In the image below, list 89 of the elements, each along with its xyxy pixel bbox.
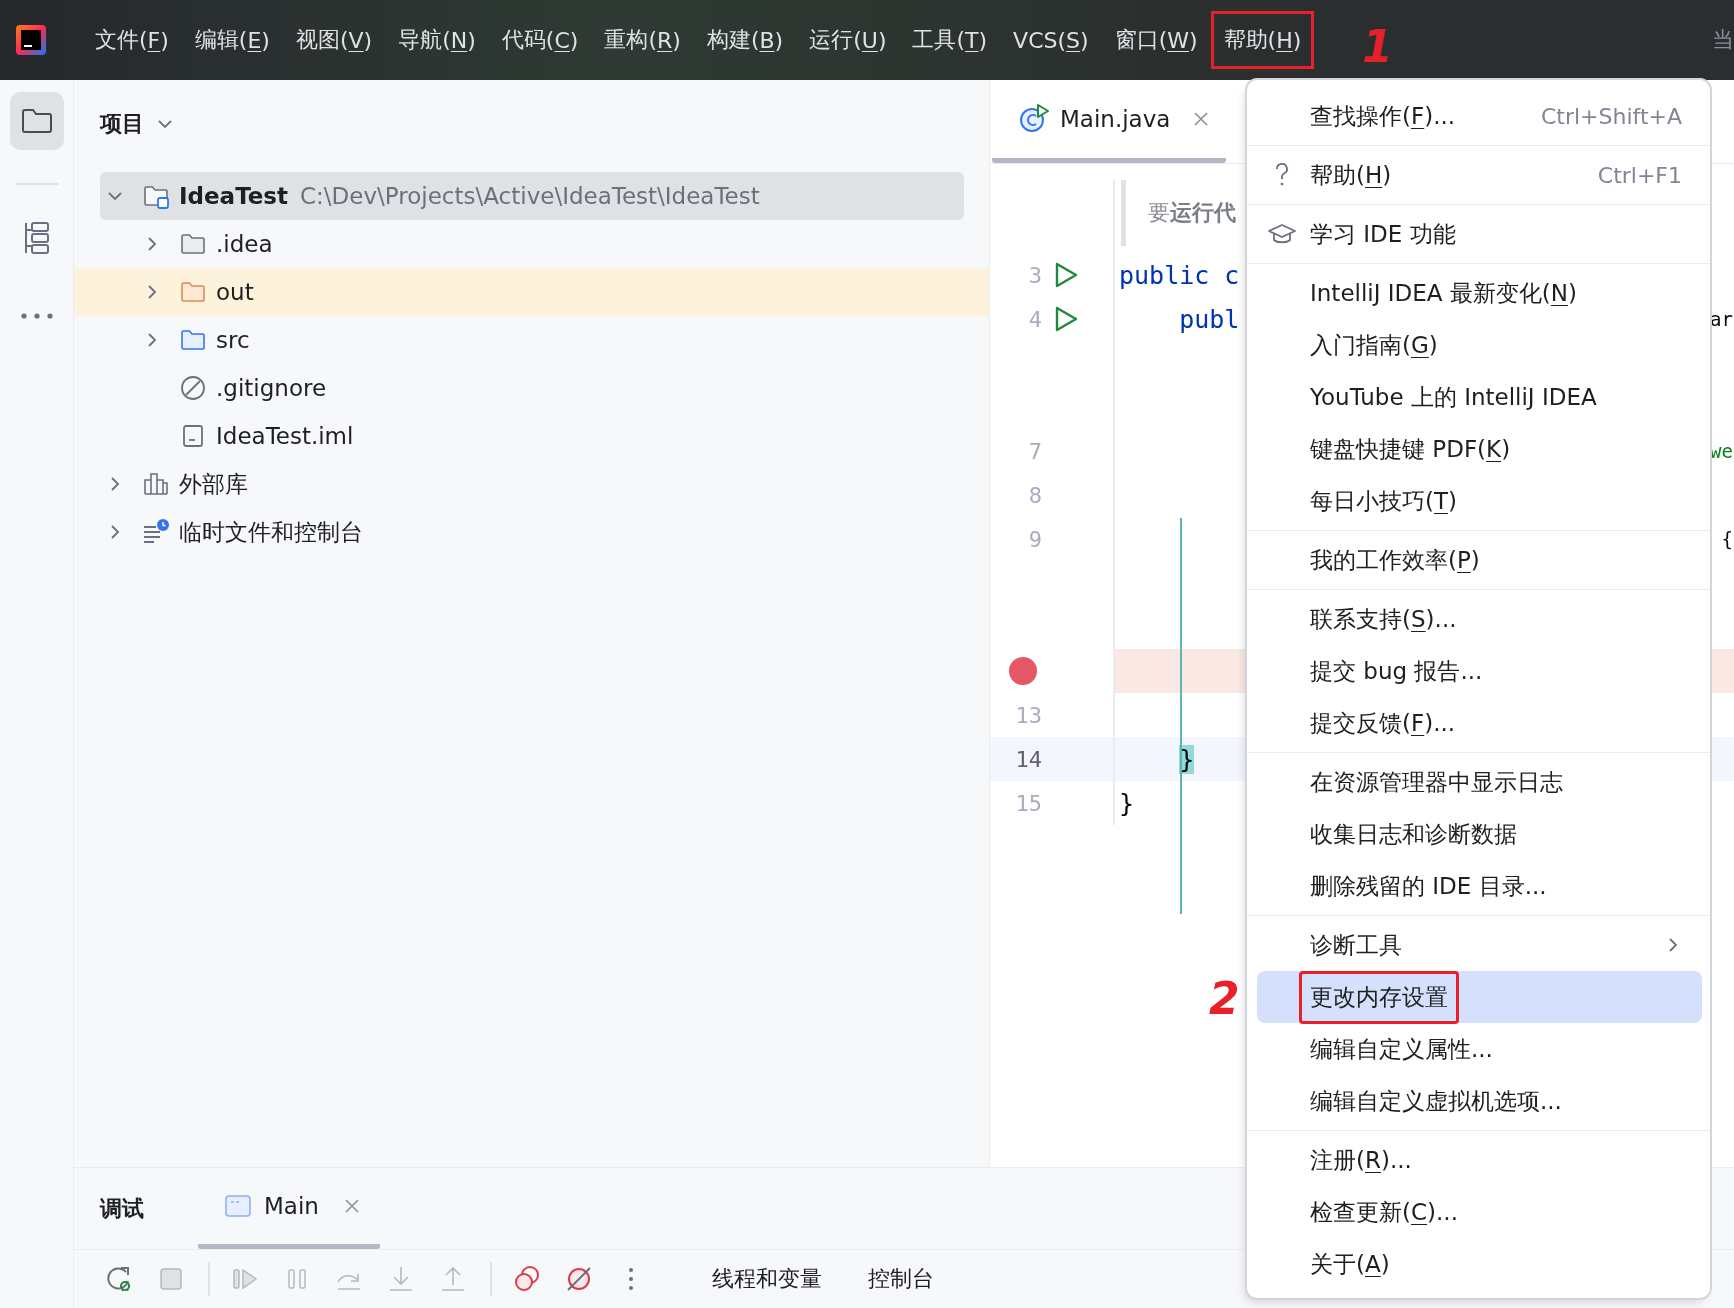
shortcut-text: Ctrl+F1 bbox=[1597, 162, 1682, 188]
menu-bar-item[interactable]: 帮助(H) bbox=[1210, 11, 1315, 69]
tree-item[interactable]: 外部库 bbox=[74, 460, 989, 508]
tree-item-label: .idea bbox=[216, 231, 273, 257]
tree-item-label: .gitignore bbox=[216, 375, 327, 401]
more-icon bbox=[19, 312, 54, 320]
library-icon bbox=[142, 470, 170, 498]
breakpoint-icon[interactable] bbox=[1009, 657, 1037, 685]
code-hint: 要运行代 bbox=[1121, 180, 1236, 246]
line-number: 14 bbox=[1014, 746, 1042, 772]
menu-item[interactable]: 注册(R)... bbox=[1257, 1134, 1702, 1186]
line-number: 15 bbox=[1014, 790, 1042, 816]
tree-item-label: IdeaTest bbox=[179, 183, 289, 209]
menu-item[interactable]: 键盘快捷键 PDF(K) bbox=[1257, 423, 1702, 475]
tree-item[interactable]: 临时文件和控制台 bbox=[74, 508, 989, 556]
line-number: 7 bbox=[1027, 438, 1042, 464]
panel-title[interactable]: 项目 bbox=[100, 109, 144, 139]
tree-item-label: out bbox=[216, 279, 254, 305]
tree-item-label: IdeaTest.iml bbox=[216, 423, 354, 449]
menu-bar-item[interactable]: 运行(U) bbox=[796, 11, 900, 69]
menu-item[interactable]: 我的工作效率(P) bbox=[1257, 534, 1702, 586]
menu-item[interactable]: 更改内存设置 bbox=[1257, 971, 1702, 1023]
menu-item[interactable]: 每日小技巧(T) bbox=[1257, 475, 1702, 527]
line-number: 8 bbox=[1027, 482, 1042, 508]
menu-item[interactable]: 联系支持(S)... bbox=[1257, 593, 1702, 645]
menu-item[interactable]: 诊断工具 bbox=[1257, 919, 1702, 971]
shortcut-text: Ctrl+Shift+A bbox=[1540, 103, 1682, 129]
code-fragment: ar bbox=[1710, 308, 1733, 330]
menu-item[interactable]: 删除残留的 IDE 目录... bbox=[1257, 860, 1702, 912]
close-icon[interactable] bbox=[1192, 110, 1211, 128]
menu-item[interactable]: 检查更新(C)... bbox=[1257, 1186, 1702, 1238]
line-number: 9 bbox=[1027, 526, 1042, 552]
code-line: } bbox=[1119, 788, 1135, 818]
menu-item[interactable]: 入门指南(G) bbox=[1257, 319, 1702, 371]
app-logo[interactable] bbox=[16, 25, 46, 55]
breakpoints-icon[interactable] bbox=[512, 1264, 542, 1294]
close-icon[interactable] bbox=[342, 1197, 361, 1215]
tree-item-label: src bbox=[216, 327, 250, 353]
editor-tab[interactable]: Main.java bbox=[992, 80, 1226, 163]
tree-item[interactable]: src bbox=[74, 316, 989, 364]
menu-bar-item[interactable]: 代码(C) bbox=[488, 11, 592, 69]
menu-item[interactable]: 提交反馈(F)... bbox=[1257, 697, 1702, 749]
panel-title: 调试 bbox=[100, 1194, 144, 1223]
line-number: 3 bbox=[1027, 262, 1042, 288]
panel-tab[interactable]: 控制台 bbox=[868, 1264, 934, 1294]
code-line: public c bbox=[1119, 260, 1240, 290]
tree-item-label: 外部库 bbox=[179, 469, 248, 499]
ignore-file-icon bbox=[179, 374, 207, 402]
menu-item[interactable]: IntelliJ IDEA 最新变化(N) bbox=[1257, 267, 1702, 319]
code-line: publ bbox=[1178, 304, 1240, 334]
menu-item[interactable]: 在资源管理器中显示日志 bbox=[1257, 756, 1702, 808]
menu-item[interactable]: YouTube 上的 IntelliJ IDEA bbox=[1257, 371, 1702, 423]
annotation-number: 2 bbox=[1209, 977, 1240, 1021]
panel-tab[interactable]: 线程和变量 bbox=[712, 1264, 822, 1294]
tree-item[interactable]: .gitignore bbox=[74, 364, 989, 412]
menu-item[interactable]: 编辑自定义属性... bbox=[1257, 1023, 1702, 1075]
folder-icon bbox=[19, 106, 54, 136]
project-tool-button[interactable] bbox=[9, 92, 64, 150]
tree-item[interactable]: .idea bbox=[74, 220, 989, 268]
line-number: 13 bbox=[1014, 702, 1042, 728]
debug-tab[interactable]: Main bbox=[198, 1168, 380, 1249]
menu-item[interactable]: 编辑自定义虚拟机选项... bbox=[1257, 1075, 1702, 1127]
scratches-icon bbox=[142, 518, 170, 546]
tree-item[interactable]: IdeaTest C:\Dev\Projects\Active\IdeaTest\IdeaTest bbox=[74, 172, 989, 220]
annotation-number: 1 bbox=[1362, 25, 1393, 69]
tree-item-label: 临时文件和控制台 bbox=[179, 517, 363, 547]
menu-item[interactable]: 查找操作(F)... Ctrl+Shift+A bbox=[1257, 90, 1702, 142]
window-icon bbox=[224, 1194, 252, 1218]
project-path: C:\Dev\Projects\Active\IdeaTest\IdeaTest bbox=[300, 183, 760, 209]
code-fragment: { bbox=[1721, 528, 1733, 550]
menu-bar-item[interactable]: 构建(B) bbox=[693, 11, 797, 69]
tree-item[interactable]: IdeaTest.iml bbox=[74, 412, 989, 460]
menu-bar-item[interactable]: VCS(S) bbox=[1000, 11, 1102, 69]
menu-item[interactable]: 提交 bug 报告... bbox=[1257, 645, 1702, 697]
line-number: 4 bbox=[1027, 306, 1042, 332]
menu-bar-item[interactable]: 导航(N) bbox=[385, 11, 489, 69]
menu-item[interactable]: 帮助(H) Ctrl+F1 bbox=[1257, 149, 1702, 201]
menu-item[interactable]: 学习 IDE 功能 bbox=[1257, 208, 1702, 260]
menu-item[interactable]: 关于(A) bbox=[1257, 1238, 1702, 1290]
menu-bar-item[interactable]: 重构(R) bbox=[591, 11, 694, 69]
java-class-icon bbox=[1018, 103, 1050, 135]
menu-bar-text: 当 bbox=[1712, 26, 1734, 54]
menu-bar-item[interactable]: 视图(V) bbox=[282, 11, 386, 69]
menu-bar-item[interactable]: 编辑(E) bbox=[181, 11, 283, 69]
tree-item[interactable]: out bbox=[74, 268, 989, 316]
menu-bar-item[interactable]: 窗口(W) bbox=[1101, 11, 1211, 69]
menu-item[interactable]: 收集日志和诊断数据 bbox=[1257, 808, 1702, 860]
menu-bar-item[interactable]: 文件(F) bbox=[82, 11, 182, 69]
menu-bar-item[interactable]: 工具(T) bbox=[899, 11, 1001, 69]
